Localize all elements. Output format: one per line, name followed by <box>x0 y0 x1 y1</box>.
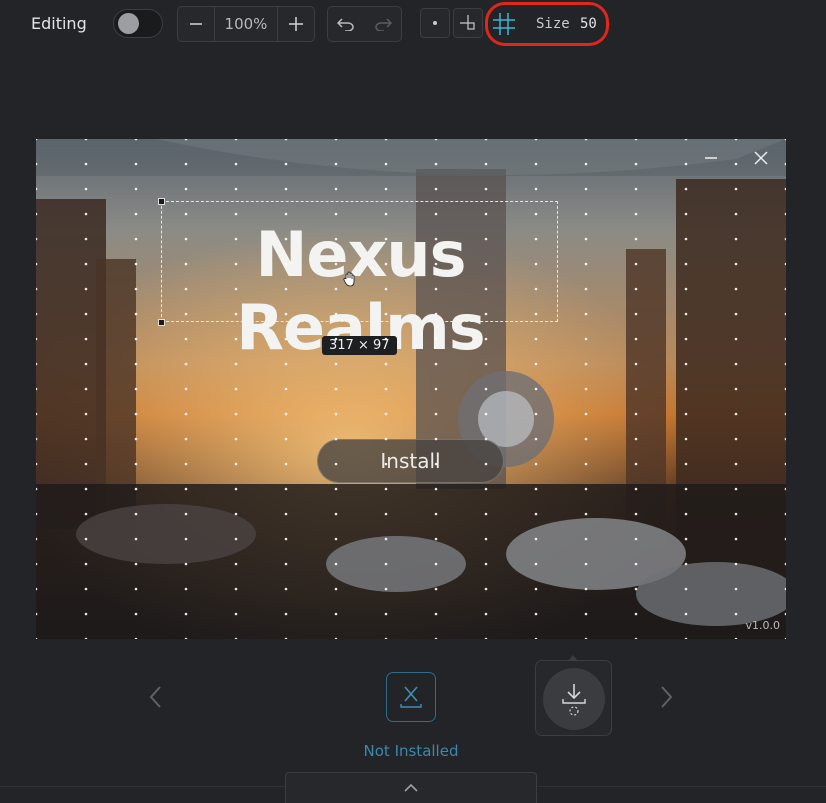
drawer-toggle[interactable] <box>285 772 537 803</box>
next-button[interactable] <box>652 682 682 712</box>
snap-edge-button[interactable] <box>453 8 483 38</box>
snap-point-button[interactable] <box>420 8 450 38</box>
snap-corner-icon <box>460 15 475 30</box>
zoom-value[interactable]: 100% <box>214 7 278 41</box>
download-card[interactable] <box>535 655 612 736</box>
chevron-up-icon <box>404 783 418 792</box>
zoom-in-button[interactable] <box>278 7 314 41</box>
highlight-annotation <box>485 2 609 46</box>
undo-button[interactable] <box>328 7 365 41</box>
zoom-control: 100% <box>177 6 315 42</box>
undo-icon <box>337 18 354 31</box>
snap-control <box>420 8 486 40</box>
redo-icon <box>375 18 392 31</box>
minus-icon <box>190 23 203 25</box>
download-button[interactable] <box>543 668 605 730</box>
editing-toggle[interactable] <box>113 9 163 38</box>
plus-icon <box>288 17 303 31</box>
toolbar: Editing 100% Size 50 <box>0 0 826 48</box>
redo-button[interactable] <box>365 7 402 41</box>
not-installed-icon <box>400 686 422 708</box>
zoom-out-button[interactable] <box>178 7 214 41</box>
chevron-right-icon <box>661 686 673 708</box>
snap-grid-overlay <box>36 139 786 639</box>
caret-up-icon <box>568 655 578 661</box>
dot-icon <box>433 21 437 25</box>
status-icon-box <box>386 672 436 722</box>
install-status: Not Installed <box>363 742 459 760</box>
toggle-knob <box>118 13 139 34</box>
previous-button[interactable] <box>140 682 170 712</box>
history-control <box>327 6 402 42</box>
launcher-canvas[interactable]: Nexus Realms 317 × 97 Install v1.0.0 <box>36 139 786 639</box>
chevron-left-icon <box>149 686 161 708</box>
download-icon <box>562 684 586 716</box>
editing-label: Editing <box>31 14 87 33</box>
